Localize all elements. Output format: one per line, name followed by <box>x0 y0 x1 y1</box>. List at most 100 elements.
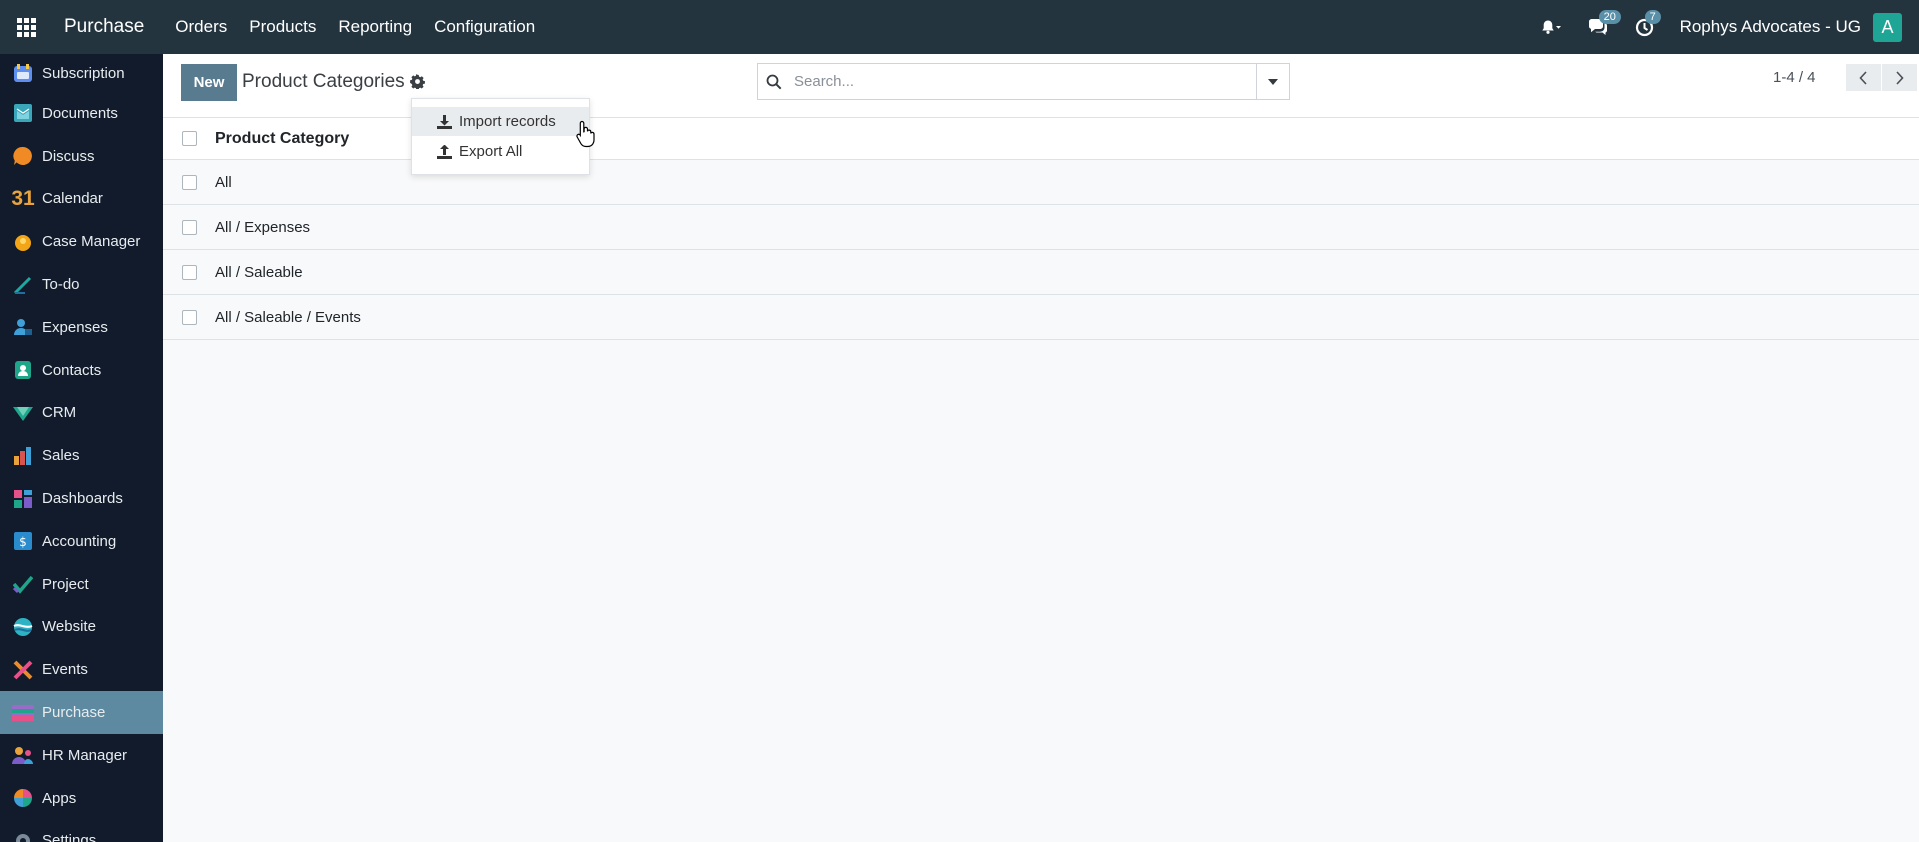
sales-icon <box>12 445 34 467</box>
case-manager-icon <box>12 231 34 253</box>
sidebar-item-expenses[interactable]: Expenses <box>0 306 163 349</box>
sidebar-item-project[interactable]: Project <box>0 563 163 606</box>
new-button[interactable]: New <box>181 64 237 101</box>
sidebar-item-label: HR Manager <box>42 746 128 764</box>
calendar-glyph: 31 <box>11 186 35 210</box>
menu-products[interactable]: Products <box>238 17 327 37</box>
sidebar-item-website[interactable]: Website <box>0 606 163 649</box>
sidebar-item-subscription[interactable]: Subscription <box>0 54 163 92</box>
user-avatar[interactable]: A <box>1873 12 1902 42</box>
chevron-right-icon <box>1896 70 1904 85</box>
export-all-label: Export All <box>459 143 523 160</box>
table-row[interactable]: All / Expenses <box>163 205 1919 250</box>
row-checkbox[interactable] <box>182 174 197 190</box>
settings-icon <box>12 830 34 842</box>
actions-gear-button[interactable] <box>410 74 425 94</box>
pager-previous-button[interactable] <box>1846 64 1881 91</box>
sidebar-item-accounting[interactable]: $ Accounting <box>0 520 163 563</box>
sidebar-item-contacts[interactable]: Contacts <box>0 349 163 392</box>
import-records-item[interactable]: Import records <box>412 107 589 136</box>
page-title: Product Categories <box>242 71 405 92</box>
app-menu-button[interactable] <box>0 0 52 54</box>
messages-button[interactable]: 20 <box>1587 10 1621 36</box>
sidebar-item-label: Expenses <box>42 318 108 336</box>
sidebar-item-calendar[interactable]: 31 Calendar <box>0 178 163 221</box>
pager-next-button[interactable] <box>1882 64 1917 91</box>
sidebar-item-case-manager[interactable]: Case Manager <box>0 220 163 263</box>
table-row[interactable]: All / Saleable <box>163 250 1919 295</box>
sidebar-item-apps[interactable]: Apps <box>0 777 163 820</box>
sidebar-item-label: Apps <box>42 789 77 807</box>
row-category-name: All / Expenses <box>215 218 311 236</box>
download-icon <box>437 114 452 129</box>
sidebar-item-sales[interactable]: Sales <box>0 434 163 477</box>
sidebar-item-label: To-do <box>42 276 80 294</box>
row-checkbox[interactable] <box>182 264 197 280</box>
sidebar-item-documents[interactable]: Documents <box>0 92 163 135</box>
pager-value[interactable]: 1-4 / 4 <box>1773 69 1816 86</box>
accounting-icon: $ <box>12 530 34 552</box>
discuss-icon <box>12 145 34 167</box>
menu-reporting[interactable]: Reporting <box>327 17 423 37</box>
sidebar-item-label: Website <box>42 618 96 636</box>
row-checkbox[interactable] <box>182 219 197 235</box>
sidebar-item-label: Sales <box>42 447 80 465</box>
events-icon <box>12 659 34 681</box>
apps-icon <box>12 787 34 809</box>
upload-icon <box>437 144 452 159</box>
svg-text:$: $ <box>19 535 27 549</box>
calendar-icon: 31 <box>11 186 35 210</box>
search-icon <box>766 74 782 90</box>
notifications-button[interactable] <box>1541 19 1561 35</box>
sidebar-item-label: Calendar <box>42 190 103 208</box>
menu-orders[interactable]: Orders <box>164 17 238 37</box>
dashboards-icon <box>12 488 34 510</box>
sidebar-item-crm[interactable]: CRM <box>0 392 163 435</box>
purchase-icon <box>12 702 34 724</box>
sidebar-item-label: Settings <box>42 832 97 842</box>
sidebar-item-label: CRM <box>42 404 77 422</box>
sidebar-item-hr-manager[interactable]: HR Manager <box>0 734 163 777</box>
hand-cursor-icon <box>576 120 596 153</box>
row-category-name: All <box>215 173 232 191</box>
sidebar-item-discuss[interactable]: Discuss <box>0 135 163 178</box>
gear-icon <box>410 74 425 90</box>
documents-icon <box>12 102 34 124</box>
row-checkbox[interactable] <box>182 309 197 325</box>
systray: 20 7 Rophys Advocates - UG A <box>1541 0 1919 54</box>
import-records-label: Import records <box>459 113 556 130</box>
sidebar-item-dashboards[interactable]: Dashboards <box>0 477 163 520</box>
column-header-product-category[interactable]: Product Category <box>215 130 349 148</box>
sidebar-item-label: Contacts <box>42 361 102 379</box>
row-category-name: All / Saleable / Events <box>215 308 361 326</box>
hr-manager-icon <box>12 744 34 766</box>
company-switcher[interactable]: Rophys Advocates - UG <box>1680 17 1861 37</box>
search-input[interactable] <box>792 72 1266 91</box>
expenses-icon <box>12 316 34 338</box>
sidebar-item-label: Purchase <box>42 704 106 722</box>
row-category-name: All / Saleable <box>215 263 303 281</box>
website-icon <box>12 616 34 638</box>
sidebar-item-label: Project <box>42 575 89 593</box>
bell-icon <box>1541 20 1561 34</box>
sidebar-item-todo[interactable]: To-do <box>0 263 163 306</box>
table-row[interactable]: All / Saleable / Events <box>163 295 1919 340</box>
contacts-icon <box>12 359 34 381</box>
select-all-checkbox[interactable] <box>182 131 197 146</box>
sidebar-item-purchase[interactable]: Purchase <box>0 691 163 734</box>
app-brand[interactable]: Purchase <box>64 16 144 38</box>
search-options-toggle[interactable] <box>1256 64 1289 99</box>
chevron-left-icon <box>1859 70 1867 85</box>
export-all-item[interactable]: Export All <box>412 137 589 166</box>
sidebar-item-label: Accounting <box>42 532 117 550</box>
activities-badge: 7 <box>1644 9 1661 24</box>
activities-button[interactable]: 7 <box>1635 9 1661 37</box>
caret-down-icon <box>1268 78 1278 85</box>
menu-configuration[interactable]: Configuration <box>423 17 546 37</box>
sidebar-item-settings[interactable]: Settings <box>0 820 163 842</box>
messages-badge: 20 <box>1598 10 1621 24</box>
sidebar-item-events[interactable]: Events <box>0 648 163 691</box>
apps-sidebar: Subscription Documents Discuss 31 Calend… <box>0 54 163 842</box>
sidebar-item-label: Documents <box>42 104 118 122</box>
top-menu: Orders Products Reporting Configuration <box>164 17 546 37</box>
